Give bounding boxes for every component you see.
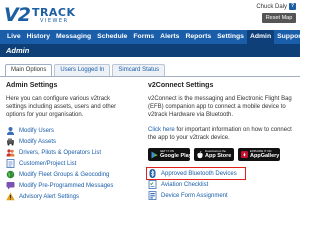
huawei-icon bbox=[241, 151, 248, 158]
app-gallery-big-text: AppGallery bbox=[250, 153, 280, 159]
asset-icon bbox=[6, 137, 15, 146]
logo-track-text: TRACK bbox=[31, 6, 76, 19]
nav-live[interactable]: Live bbox=[4, 30, 24, 44]
modify-assets-link[interactable]: Modify Assets bbox=[19, 139, 56, 145]
logo-wordmark: TRACK VIEWER bbox=[32, 7, 76, 24]
warning-icon bbox=[6, 192, 15, 201]
app-store-badge[interactable]: Download on the App Store bbox=[194, 148, 234, 161]
admin-settings-description: Here you can configure various v2track s… bbox=[6, 96, 117, 118]
tab-users-logged-in[interactable]: Users Logged In bbox=[54, 64, 111, 76]
v2connect-settings-heading: v2Connect Settings bbox=[148, 82, 214, 89]
list-item-customer-project[interactable]: Customer/Project List bbox=[6, 158, 131, 169]
nav-admin[interactable]: Admin bbox=[246, 30, 275, 44]
globe-icon bbox=[6, 170, 15, 179]
nav-alerts[interactable]: Alerts bbox=[157, 30, 182, 44]
app-gallery-badge[interactable]: EXPLORE IT ON AppGallery bbox=[238, 148, 280, 161]
nav-history[interactable]: History bbox=[24, 30, 53, 44]
fleet-groups-geocoding-link[interactable]: Modify Fleet Groups & Geocoding bbox=[19, 172, 109, 178]
google-play-big-text: Google Play bbox=[160, 153, 192, 159]
advisory-alert-settings-link[interactable]: Advisory Alert Settings bbox=[19, 194, 79, 200]
top-header: V2 TRACK VIEWER Chuck Daly ? Reset Map bbox=[0, 0, 300, 30]
reset-map-button[interactable]: Reset Map bbox=[262, 13, 296, 23]
list-item-aviation-checklist[interactable]: Aviation Checklist bbox=[148, 179, 296, 190]
admin-settings-section: Admin Settings Here you can configure va… bbox=[6, 82, 131, 202]
bluetooth-icon bbox=[148, 169, 157, 178]
message-icon bbox=[6, 181, 15, 190]
google-play-badge[interactable]: GET IT ON Google Play bbox=[148, 148, 192, 161]
drivers-pilots-operators-link[interactable]: Drivers, Pilots & Operators List bbox=[19, 150, 101, 156]
tab-main-options[interactable]: Main Options bbox=[5, 64, 53, 76]
approved-bluetooth-devices-link[interactable]: Approved Bluetooth Devices bbox=[161, 171, 237, 177]
main-nav: Live History Messaging Schedule Forms Al… bbox=[0, 30, 303, 44]
logo-v2-mark: V2 bbox=[4, 3, 31, 26]
help-icon[interactable]: ? bbox=[289, 3, 296, 10]
app-store-big-text: App Store bbox=[205, 153, 232, 159]
apple-icon bbox=[197, 150, 203, 159]
form-icon bbox=[148, 191, 157, 200]
list-item-approved-bluetooth-devices[interactable]: Approved Bluetooth Devices bbox=[146, 167, 246, 180]
customer-project-list-link[interactable]: Customer/Project List bbox=[19, 161, 76, 167]
app-store-badges: GET IT ON Google Play Download on the Ap… bbox=[148, 148, 296, 161]
list-item-drivers-pilots[interactable]: Drivers, Pilots & Operators List bbox=[6, 147, 131, 158]
list-icon bbox=[6, 159, 15, 168]
user-menu[interactable]: Chuck Daly ? bbox=[256, 3, 296, 10]
page-title: Admin bbox=[6, 46, 30, 55]
nav-messaging[interactable]: Messaging bbox=[53, 30, 94, 44]
v2track-logo[interactable]: V2 TRACK VIEWER bbox=[4, 2, 76, 28]
device-form-assignment-link[interactable]: Device Form Assignment bbox=[161, 193, 228, 199]
list-item-modify-users[interactable]: Modify Users bbox=[6, 125, 131, 136]
checklist-icon bbox=[148, 180, 157, 189]
v2connect-settings-list: Approved Bluetooth Devices Aviation Chec… bbox=[146, 167, 296, 201]
modify-users-link[interactable]: Modify Users bbox=[19, 128, 54, 134]
list-item-device-form-assignment[interactable]: Device Form Assignment bbox=[148, 190, 296, 201]
v2connect-info: Click here for important information on … bbox=[148, 126, 296, 142]
drivers-icon bbox=[6, 148, 15, 157]
list-item-fleet-groups[interactable]: Modify Fleet Groups & Geocoding bbox=[6, 169, 131, 180]
list-item-modify-assets[interactable]: Modify Assets bbox=[6, 136, 131, 147]
tab-strip: Main Options Users Logged In Simcard Sta… bbox=[5, 64, 167, 76]
admin-settings-heading: Admin Settings bbox=[6, 82, 58, 89]
nav-reports[interactable]: Reports bbox=[182, 30, 214, 44]
tab-divider bbox=[0, 76, 300, 77]
v2connect-description: v2Connect is the messaging and Electroni… bbox=[148, 96, 292, 118]
user-icon bbox=[6, 126, 15, 135]
list-item-pre-programmed-messages[interactable]: Modify Pre-Programmed Messages bbox=[6, 180, 131, 191]
tab-simcard-status[interactable]: Simcard Status bbox=[112, 64, 166, 76]
nav-forms[interactable]: Forms bbox=[130, 30, 157, 44]
page-title-bar: Admin bbox=[0, 44, 300, 57]
list-item-advisory-alerts[interactable]: Advisory Alert Settings bbox=[6, 191, 131, 202]
click-here-link[interactable]: Click here bbox=[148, 127, 175, 133]
v2connect-settings-section: v2Connect Settings v2Connect is the mess… bbox=[146, 82, 296, 201]
user-name[interactable]: Chuck Daly bbox=[256, 4, 287, 10]
admin-settings-list: Modify Users Modify Assets Drivers, Pilo… bbox=[6, 125, 131, 202]
aviation-checklist-link[interactable]: Aviation Checklist bbox=[161, 182, 208, 188]
nav-support[interactable]: Support bbox=[274, 30, 306, 44]
pre-programmed-messages-link[interactable]: Modify Pre-Programmed Messages bbox=[19, 183, 113, 189]
logo-viewer-text: VIEWER bbox=[39, 18, 69, 24]
nav-schedule[interactable]: Schedule bbox=[94, 30, 130, 44]
nav-settings[interactable]: Settings bbox=[214, 30, 247, 44]
google-play-icon bbox=[151, 151, 158, 159]
